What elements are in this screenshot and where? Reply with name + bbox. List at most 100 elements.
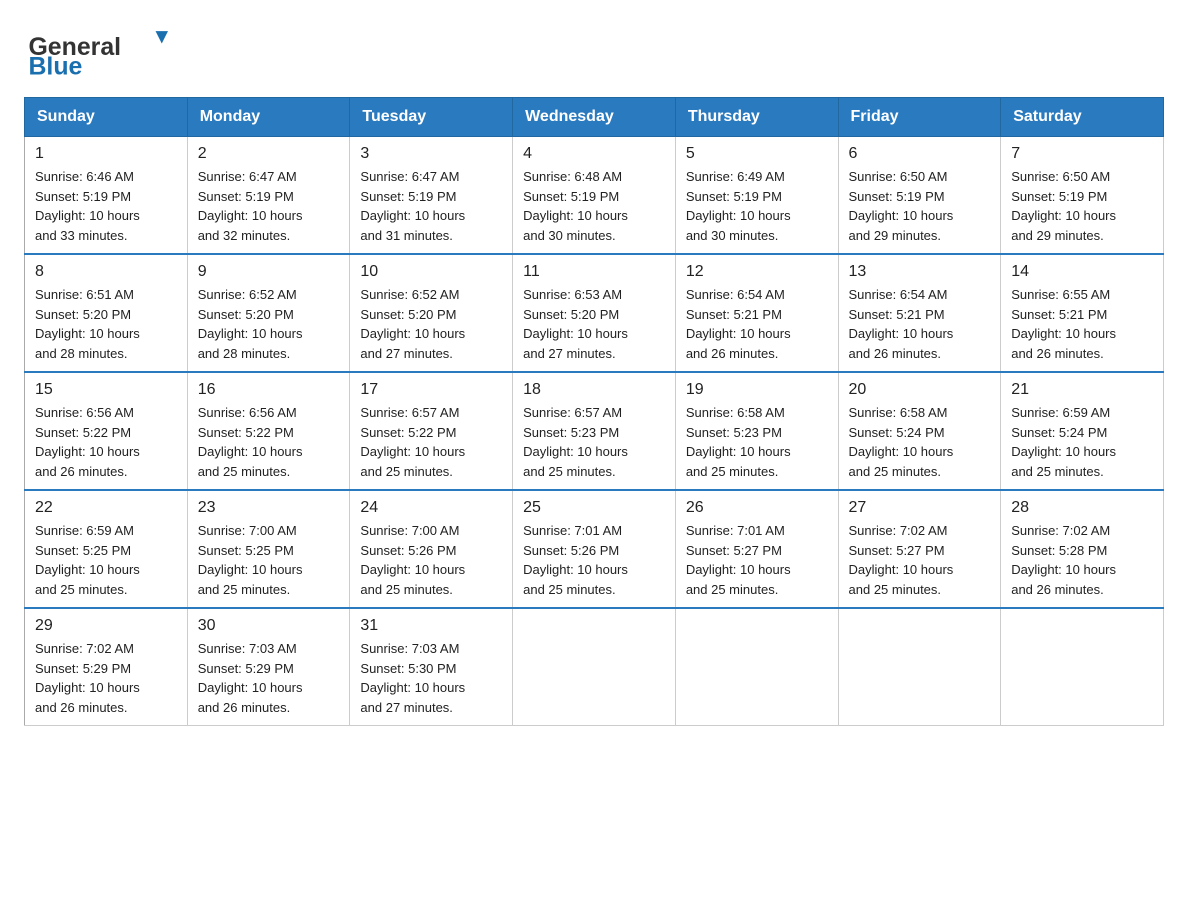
day-info: Sunrise: 6:56 AM Sunset: 5:22 PM Dayligh…	[198, 403, 340, 481]
day-info: Sunrise: 7:01 AM Sunset: 5:27 PM Dayligh…	[686, 521, 828, 599]
page-header: General Blue	[24, 24, 1164, 77]
day-of-week-header: Tuesday	[350, 98, 513, 137]
calendar-day-cell: 23 Sunrise: 7:00 AM Sunset: 5:25 PM Dayl…	[187, 490, 350, 608]
day-info: Sunrise: 6:46 AM Sunset: 5:19 PM Dayligh…	[35, 167, 177, 245]
day-number: 19	[686, 381, 828, 399]
day-info: Sunrise: 7:00 AM Sunset: 5:25 PM Dayligh…	[198, 521, 340, 599]
day-info: Sunrise: 6:53 AM Sunset: 5:20 PM Dayligh…	[523, 285, 665, 363]
day-info: Sunrise: 7:02 AM Sunset: 5:29 PM Dayligh…	[35, 639, 177, 717]
day-number: 15	[35, 381, 177, 399]
calendar-day-cell: 5 Sunrise: 6:49 AM Sunset: 5:19 PM Dayli…	[675, 137, 838, 255]
day-info: Sunrise: 6:55 AM Sunset: 5:21 PM Dayligh…	[1011, 285, 1153, 363]
day-info: Sunrise: 7:00 AM Sunset: 5:26 PM Dayligh…	[360, 521, 502, 599]
logo: General Blue	[24, 24, 184, 77]
day-info: Sunrise: 7:02 AM Sunset: 5:28 PM Dayligh…	[1011, 521, 1153, 599]
day-info: Sunrise: 6:59 AM Sunset: 5:24 PM Dayligh…	[1011, 403, 1153, 481]
day-number: 26	[686, 499, 828, 517]
day-number: 23	[198, 499, 340, 517]
calendar-week-row: 29 Sunrise: 7:02 AM Sunset: 5:29 PM Dayl…	[25, 608, 1164, 726]
day-info: Sunrise: 6:47 AM Sunset: 5:19 PM Dayligh…	[360, 167, 502, 245]
calendar-day-cell: 11 Sunrise: 6:53 AM Sunset: 5:20 PM Dayl…	[513, 254, 676, 372]
day-info: Sunrise: 6:52 AM Sunset: 5:20 PM Dayligh…	[360, 285, 502, 363]
day-info: Sunrise: 6:49 AM Sunset: 5:19 PM Dayligh…	[686, 167, 828, 245]
day-number: 7	[1011, 145, 1153, 163]
calendar-day-cell: 13 Sunrise: 6:54 AM Sunset: 5:21 PM Dayl…	[838, 254, 1001, 372]
day-number: 12	[686, 263, 828, 281]
calendar-day-cell: 19 Sunrise: 6:58 AM Sunset: 5:23 PM Dayl…	[675, 372, 838, 490]
day-number: 25	[523, 499, 665, 517]
calendar-day-cell	[513, 608, 676, 726]
calendar-day-cell: 9 Sunrise: 6:52 AM Sunset: 5:20 PM Dayli…	[187, 254, 350, 372]
calendar-day-cell	[675, 608, 838, 726]
day-number: 6	[849, 145, 991, 163]
day-info: Sunrise: 6:47 AM Sunset: 5:19 PM Dayligh…	[198, 167, 340, 245]
day-info: Sunrise: 6:54 AM Sunset: 5:21 PM Dayligh…	[686, 285, 828, 363]
calendar-week-row: 1 Sunrise: 6:46 AM Sunset: 5:19 PM Dayli…	[25, 137, 1164, 255]
day-number: 10	[360, 263, 502, 281]
calendar-day-cell: 6 Sunrise: 6:50 AM Sunset: 5:19 PM Dayli…	[838, 137, 1001, 255]
calendar-day-cell: 20 Sunrise: 6:58 AM Sunset: 5:24 PM Dayl…	[838, 372, 1001, 490]
day-number: 27	[849, 499, 991, 517]
calendar-day-cell: 10 Sunrise: 6:52 AM Sunset: 5:20 PM Dayl…	[350, 254, 513, 372]
calendar-day-cell: 15 Sunrise: 6:56 AM Sunset: 5:22 PM Dayl…	[25, 372, 188, 490]
day-number: 18	[523, 381, 665, 399]
day-info: Sunrise: 7:01 AM Sunset: 5:26 PM Dayligh…	[523, 521, 665, 599]
day-number: 1	[35, 145, 177, 163]
day-number: 24	[360, 499, 502, 517]
day-number: 13	[849, 263, 991, 281]
calendar-day-cell: 7 Sunrise: 6:50 AM Sunset: 5:19 PM Dayli…	[1001, 137, 1164, 255]
day-info: Sunrise: 6:51 AM Sunset: 5:20 PM Dayligh…	[35, 285, 177, 363]
calendar-day-cell: 21 Sunrise: 6:59 AM Sunset: 5:24 PM Dayl…	[1001, 372, 1164, 490]
day-of-week-header: Friday	[838, 98, 1001, 137]
day-number: 5	[686, 145, 828, 163]
svg-text:Blue: Blue	[28, 53, 82, 78]
day-number: 29	[35, 617, 177, 635]
day-number: 21	[1011, 381, 1153, 399]
day-number: 4	[523, 145, 665, 163]
calendar-day-cell: 30 Sunrise: 7:03 AM Sunset: 5:29 PM Dayl…	[187, 608, 350, 726]
calendar-header-row: SundayMondayTuesdayWednesdayThursdayFrid…	[25, 98, 1164, 137]
calendar-day-cell: 26 Sunrise: 7:01 AM Sunset: 5:27 PM Dayl…	[675, 490, 838, 608]
day-info: Sunrise: 6:57 AM Sunset: 5:22 PM Dayligh…	[360, 403, 502, 481]
calendar-table: SundayMondayTuesdayWednesdayThursdayFrid…	[24, 97, 1164, 726]
day-info: Sunrise: 7:02 AM Sunset: 5:27 PM Dayligh…	[849, 521, 991, 599]
day-number: 14	[1011, 263, 1153, 281]
day-info: Sunrise: 6:48 AM Sunset: 5:19 PM Dayligh…	[523, 167, 665, 245]
calendar-day-cell: 2 Sunrise: 6:47 AM Sunset: 5:19 PM Dayli…	[187, 137, 350, 255]
day-info: Sunrise: 6:58 AM Sunset: 5:23 PM Dayligh…	[686, 403, 828, 481]
calendar-day-cell: 31 Sunrise: 7:03 AM Sunset: 5:30 PM Dayl…	[350, 608, 513, 726]
calendar-day-cell: 18 Sunrise: 6:57 AM Sunset: 5:23 PM Dayl…	[513, 372, 676, 490]
day-info: Sunrise: 6:50 AM Sunset: 5:19 PM Dayligh…	[1011, 167, 1153, 245]
calendar-day-cell: 25 Sunrise: 7:01 AM Sunset: 5:26 PM Dayl…	[513, 490, 676, 608]
calendar-week-row: 8 Sunrise: 6:51 AM Sunset: 5:20 PM Dayli…	[25, 254, 1164, 372]
calendar-day-cell	[1001, 608, 1164, 726]
day-number: 8	[35, 263, 177, 281]
day-number: 16	[198, 381, 340, 399]
day-info: Sunrise: 7:03 AM Sunset: 5:30 PM Dayligh…	[360, 639, 502, 717]
calendar-day-cell: 14 Sunrise: 6:55 AM Sunset: 5:21 PM Dayl…	[1001, 254, 1164, 372]
calendar-day-cell: 24 Sunrise: 7:00 AM Sunset: 5:26 PM Dayl…	[350, 490, 513, 608]
calendar-day-cell: 8 Sunrise: 6:51 AM Sunset: 5:20 PM Dayli…	[25, 254, 188, 372]
calendar-day-cell: 4 Sunrise: 6:48 AM Sunset: 5:19 PM Dayli…	[513, 137, 676, 255]
day-info: Sunrise: 6:54 AM Sunset: 5:21 PM Dayligh…	[849, 285, 991, 363]
general-blue-logo: General Blue	[24, 24, 184, 77]
calendar-day-cell: 3 Sunrise: 6:47 AM Sunset: 5:19 PM Dayli…	[350, 137, 513, 255]
day-number: 9	[198, 263, 340, 281]
day-info: Sunrise: 6:56 AM Sunset: 5:22 PM Dayligh…	[35, 403, 177, 481]
calendar-day-cell	[838, 608, 1001, 726]
day-info: Sunrise: 6:52 AM Sunset: 5:20 PM Dayligh…	[198, 285, 340, 363]
day-number: 22	[35, 499, 177, 517]
day-number: 31	[360, 617, 502, 635]
day-of-week-header: Monday	[187, 98, 350, 137]
day-of-week-header: Saturday	[1001, 98, 1164, 137]
calendar-day-cell: 27 Sunrise: 7:02 AM Sunset: 5:27 PM Dayl…	[838, 490, 1001, 608]
calendar-week-row: 22 Sunrise: 6:59 AM Sunset: 5:25 PM Dayl…	[25, 490, 1164, 608]
day-of-week-header: Wednesday	[513, 98, 676, 137]
day-info: Sunrise: 6:58 AM Sunset: 5:24 PM Dayligh…	[849, 403, 991, 481]
day-info: Sunrise: 6:50 AM Sunset: 5:19 PM Dayligh…	[849, 167, 991, 245]
day-info: Sunrise: 6:57 AM Sunset: 5:23 PM Dayligh…	[523, 403, 665, 481]
day-of-week-header: Thursday	[675, 98, 838, 137]
day-number: 30	[198, 617, 340, 635]
day-of-week-header: Sunday	[25, 98, 188, 137]
day-number: 2	[198, 145, 340, 163]
